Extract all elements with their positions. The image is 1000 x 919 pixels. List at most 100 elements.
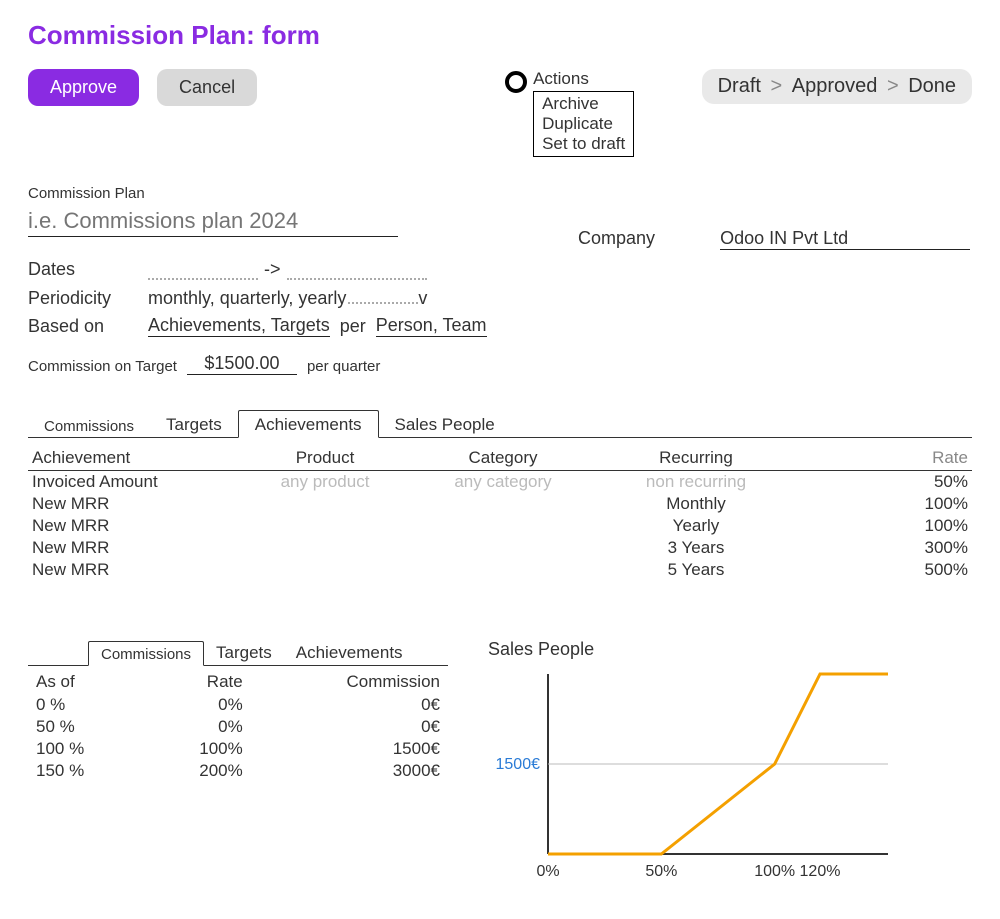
cell-category bbox=[414, 559, 592, 581]
col-rate: Rate bbox=[800, 446, 972, 471]
cell-recurring: non recurring bbox=[592, 471, 800, 494]
cell-commission: 1500€ bbox=[251, 738, 448, 760]
cell-commission: 0€ bbox=[251, 694, 448, 716]
dates-label: Dates bbox=[28, 259, 148, 280]
cell-product bbox=[236, 559, 414, 581]
commission-on-target-label: Commission on Target bbox=[28, 358, 177, 375]
periodicity-label: Periodicity bbox=[28, 288, 148, 309]
cell-rate: 0% bbox=[144, 716, 251, 738]
approve-button[interactable]: Approve bbox=[28, 69, 139, 106]
date-to-input[interactable] bbox=[287, 262, 427, 280]
cell-rate: 200% bbox=[144, 760, 251, 782]
status-sep-1: > bbox=[771, 75, 783, 97]
col-rate2: Rate bbox=[144, 670, 251, 694]
company-label: Company bbox=[578, 228, 655, 248]
svg-text:1500€: 1500€ bbox=[496, 756, 541, 773]
commission-tiers-table: As of Rate Commission 0 %0%0€50 %0%0€100… bbox=[28, 670, 448, 782]
scope-select[interactable]: Person, Team bbox=[376, 315, 487, 337]
periodicity-select[interactable]: monthly, quarterly, yearlyv bbox=[148, 286, 427, 309]
page-title: Commission Plan: form bbox=[28, 20, 972, 51]
svg-text:50%: 50% bbox=[645, 863, 677, 880]
tab-commissions[interactable]: Commissions bbox=[28, 414, 150, 437]
status-done: Done bbox=[908, 75, 956, 97]
table-row[interactable]: 150 %200%3000€ bbox=[28, 760, 448, 782]
status-approved: Approved bbox=[792, 75, 878, 97]
cell-recurring: 5 Years bbox=[592, 559, 800, 581]
col-product: Product bbox=[236, 446, 414, 471]
status-draft: Draft bbox=[718, 75, 761, 97]
company-select[interactable]: Odoo IN Pvt Ltd bbox=[720, 228, 970, 250]
table-row[interactable]: New MRR 5 Years500% bbox=[28, 559, 972, 581]
cell-achievement: New MRR bbox=[28, 537, 236, 559]
cell-achievement: Invoiced Amount bbox=[28, 471, 236, 494]
based-on-select[interactable]: Achievements, Targets bbox=[148, 315, 330, 337]
lower-tab-achievements[interactable]: Achievements bbox=[284, 639, 415, 665]
svg-text:120%: 120% bbox=[800, 863, 841, 880]
cell-as-of: 0 % bbox=[28, 694, 144, 716]
table-row[interactable]: Invoiced Amountany productany categoryno… bbox=[28, 471, 972, 494]
table-row[interactable]: New MRR Yearly100% bbox=[28, 515, 972, 537]
cell-as-of: 100 % bbox=[28, 738, 144, 760]
cell-category bbox=[414, 537, 592, 559]
table-row[interactable]: 100 %100%1500€ bbox=[28, 738, 448, 760]
cancel-button[interactable]: Cancel bbox=[157, 69, 257, 106]
cell-product bbox=[236, 515, 414, 537]
cell-recurring: 3 Years bbox=[592, 537, 800, 559]
lower-tab-commissions[interactable]: Commissions bbox=[88, 641, 204, 666]
date-from-input[interactable] bbox=[148, 262, 258, 280]
tab-achievements[interactable]: Achievements bbox=[238, 410, 379, 438]
actions-label: Actions bbox=[533, 69, 634, 89]
cell-category bbox=[414, 515, 592, 537]
table-row[interactable]: New MRR 3 Years300% bbox=[28, 537, 972, 559]
cell-category: any category bbox=[414, 471, 592, 494]
cell-rate: 100% bbox=[144, 738, 251, 760]
status-bar: Draft > Approved > Done bbox=[702, 69, 972, 104]
col-as-of: As of bbox=[28, 670, 144, 694]
cell-rate: 300% bbox=[800, 537, 972, 559]
cell-product: any product bbox=[236, 471, 414, 494]
plan-name-input[interactable] bbox=[28, 206, 398, 237]
action-archive[interactable]: Archive bbox=[542, 94, 625, 114]
cell-rate: 100% bbox=[800, 515, 972, 537]
cell-as-of: 50 % bbox=[28, 716, 144, 738]
col-recurring: Recurring bbox=[592, 446, 800, 471]
col-category: Category bbox=[414, 446, 592, 471]
bullet-icon bbox=[505, 71, 527, 93]
status-sep-2: > bbox=[887, 75, 899, 97]
table-row[interactable]: 0 %0%0€ bbox=[28, 694, 448, 716]
svg-text:100%: 100% bbox=[754, 863, 795, 880]
col-achievement: Achievement bbox=[28, 446, 236, 471]
plan-section-label: Commission Plan bbox=[28, 185, 972, 202]
cell-achievement: New MRR bbox=[28, 493, 236, 515]
cell-commission: 3000€ bbox=[251, 760, 448, 782]
cell-category bbox=[414, 493, 592, 515]
cell-achievement: New MRR bbox=[28, 559, 236, 581]
per-label: per bbox=[340, 316, 366, 337]
cell-rate: 500% bbox=[800, 559, 972, 581]
col-commission: Commission bbox=[251, 670, 448, 694]
lower-tab-targets[interactable]: Targets bbox=[204, 639, 284, 665]
commission-on-target-input[interactable]: $1500.00 bbox=[187, 353, 297, 375]
tab-sales-people[interactable]: Sales People bbox=[379, 411, 511, 437]
actions-dropdown[interactable]: Actions Archive Duplicate Set to draft bbox=[505, 69, 634, 157]
table-row[interactable]: New MRR Monthly100% bbox=[28, 493, 972, 515]
cell-achievement: New MRR bbox=[28, 515, 236, 537]
svg-text:0%: 0% bbox=[536, 863, 559, 880]
achievements-table: Achievement Product Category Recurring R… bbox=[28, 446, 972, 581]
action-duplicate[interactable]: Duplicate bbox=[542, 114, 625, 134]
commission-on-target-period: per quarter bbox=[307, 358, 380, 375]
cell-product bbox=[236, 493, 414, 515]
cell-rate: 50% bbox=[800, 471, 972, 494]
tab-targets[interactable]: Targets bbox=[150, 411, 238, 437]
cell-commission: 0€ bbox=[251, 716, 448, 738]
cell-as-of: 150 % bbox=[28, 760, 144, 782]
cell-product bbox=[236, 537, 414, 559]
based-on-label: Based on bbox=[28, 316, 148, 337]
action-set-to-draft[interactable]: Set to draft bbox=[542, 134, 625, 154]
cell-recurring: Yearly bbox=[592, 515, 800, 537]
cell-rate: 0% bbox=[144, 694, 251, 716]
table-row[interactable]: 50 %0%0€ bbox=[28, 716, 448, 738]
cell-rate: 100% bbox=[800, 493, 972, 515]
cell-recurring: Monthly bbox=[592, 493, 800, 515]
dates-arrow: -> bbox=[264, 259, 281, 280]
